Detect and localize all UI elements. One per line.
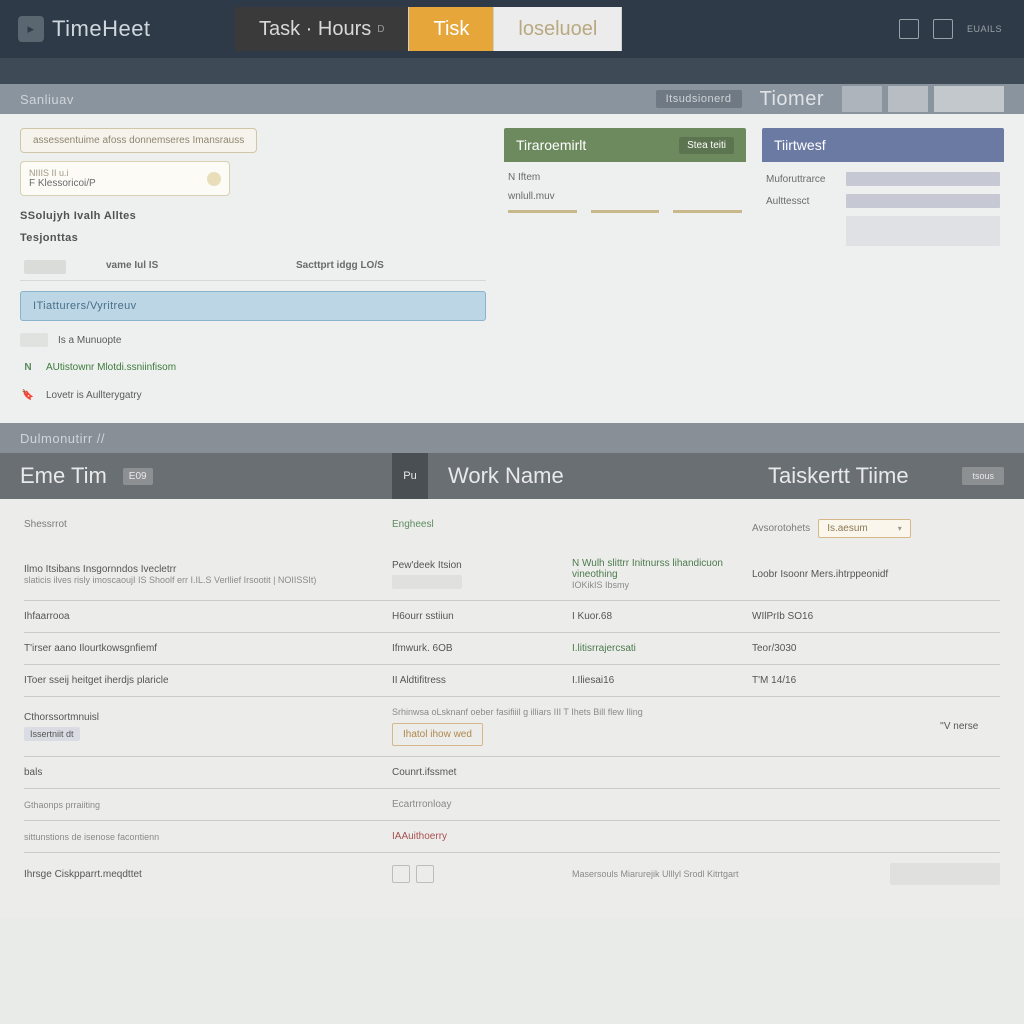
card-tracker-header: Tiirtwesf xyxy=(762,128,1004,162)
topbar-understrip xyxy=(0,58,1024,84)
project-chip[interactable]: NIIIS II u.i F Klessoricoi/P xyxy=(20,161,230,196)
table-row[interactable]: Ihrsge Ciskpparrt.meqdttetMasersouls Mia… xyxy=(24,852,1000,895)
table-row[interactable]: Gthaonps prraiitingEcartrronloay xyxy=(24,788,1000,820)
upper-right: Tiraroemirlt Stea teiti N Iftem wnlull.m… xyxy=(504,128,1004,403)
timer-block-1 xyxy=(842,86,882,112)
upper-left: assessentuime afoss donnemseres Imansrau… xyxy=(20,128,486,403)
tab-task-hours[interactable]: Task · Hours D xyxy=(235,7,409,51)
progress-bar xyxy=(846,172,1000,186)
card-tracker: Tiirtwesf Muforuttrarce Aulttessct xyxy=(762,128,1004,403)
timer-heading: Tiomer xyxy=(760,88,824,111)
sort-select[interactable]: Is.aesum ▾ xyxy=(818,519,911,538)
tab-strip: Task · Hours D Tisk loseluoel xyxy=(235,0,622,58)
table-row[interactable]: balsCounrt.ifssmet xyxy=(24,756,1000,788)
pin-icon[interactable] xyxy=(207,172,221,186)
section2-bar: Dulmonutirr // xyxy=(0,423,1024,453)
table-row[interactable]: sittunstions de isenose facontiennIAAuit… xyxy=(24,820,1000,852)
table-body: Shessrrot Engheesl Avsorotohets Is.aesum… xyxy=(0,499,1024,919)
th-time: Taiskertt Tiime tsous xyxy=(748,463,1024,489)
table-row[interactable]: T'irser aano IlourtkowsgnfiemfIfmwurk. 6… xyxy=(24,632,1000,664)
list-item[interactable]: 🔖 Lovetr is Aullterygatry xyxy=(20,387,486,403)
timer-block-3 xyxy=(934,86,1004,112)
tab-closed[interactable]: loseluoel xyxy=(494,7,622,51)
mini-bars xyxy=(508,210,742,213)
list-item[interactable]: Is a Munuopte xyxy=(20,333,486,347)
action-button[interactable]: Ihatol ihow wed xyxy=(392,723,483,746)
checkbox-header[interactable] xyxy=(24,260,66,274)
checkbox-group[interactable] xyxy=(392,865,572,883)
selected-row[interactable]: ITiatturers/Vyritreuv xyxy=(20,291,486,321)
bookmark-icon: 🔖 xyxy=(20,387,36,403)
col-desc: Sacttprt idgg LO/S xyxy=(296,260,384,274)
list-item[interactable]: N AUtistownr Mlotdi.ssniinfisom xyxy=(20,359,486,375)
n-icon: N xyxy=(20,359,36,375)
column-headers: vame Iul IS Sacttprt idgg LO/S xyxy=(20,254,486,281)
section1-bar: Sanliuav Itsudsionerd Tiomer xyxy=(0,84,1024,114)
section1-label: Sanliuav xyxy=(20,92,74,107)
app-name: TimeHeet xyxy=(52,16,151,42)
topbar-label: EUAILS xyxy=(967,24,1002,34)
th-workname: Work Name xyxy=(428,463,748,489)
app-logo[interactable]: ▸ TimeHeet xyxy=(0,16,235,42)
notifications-icon[interactable] xyxy=(899,19,919,39)
th-pre-icon: Pu xyxy=(392,453,428,499)
sub-heading-2: Tesjonttas xyxy=(20,232,486,244)
sub-heading-1: SSolujyh Ivalh Alltes xyxy=(20,210,486,222)
card-timesheet: Tiraroemirlt Stea teiti N Iftem wnlull.m… xyxy=(504,128,746,403)
tab-task[interactable]: Tisk xyxy=(409,7,494,51)
logo-icon: ▸ xyxy=(18,16,44,42)
top-bar: ▸ TimeHeet Task · Hours D Tisk loseluoel… xyxy=(0,0,1024,58)
large-bar xyxy=(846,216,1000,246)
filter-chip[interactable]: assessentuime afoss donnemseres Imansrau… xyxy=(20,128,257,153)
sub-header: Shessrrot Engheesl Avsorotohets Is.aesum… xyxy=(24,509,1000,548)
th-tag: E09 xyxy=(123,468,153,485)
table-row[interactable]: IToer sseij heitget iherdjs plaricleII A… xyxy=(24,664,1000,696)
progress-bar xyxy=(846,194,1000,208)
col-name: vame Iul IS xyxy=(106,260,256,274)
timer-block-2 xyxy=(888,86,928,112)
table-row[interactable]: IhfaarrooaH6ourr sstiiunI Kuor.68WIlPrIb… xyxy=(24,600,1000,632)
table-row[interactable]: CthorssortmnuislIssertniit dtSrhinwsa oL… xyxy=(24,696,1000,756)
table-header: Eme Tim E09 Pu Work Name Taiskertt Tiime… xyxy=(0,453,1024,499)
value-bar xyxy=(890,863,1000,885)
top-right-icons: EUAILS xyxy=(899,19,1024,39)
card-timesheet-header: Tiraroemirlt Stea teiti xyxy=(504,128,746,162)
chevron-down-icon: ▾ xyxy=(898,524,902,533)
layout-icon[interactable] xyxy=(933,19,953,39)
section1-pill[interactable]: Itsudsionerd xyxy=(656,90,742,108)
section2-label: Dulmonutirr // xyxy=(20,431,105,446)
th-emetim: Eme Tim E09 xyxy=(0,463,392,489)
upper-panel: assessentuime afoss donnemseres Imansrau… xyxy=(0,114,1024,423)
table-row[interactable]: Ilmo Itsibans Insgornndos Ivecletrrslati… xyxy=(24,548,1000,600)
th-tag: tsous xyxy=(962,467,1004,485)
card-action-button[interactable]: Stea teiti xyxy=(679,137,734,154)
mini-bar xyxy=(392,575,462,589)
status-chip: Issertniit dt xyxy=(24,727,80,741)
item-badge xyxy=(20,333,48,347)
